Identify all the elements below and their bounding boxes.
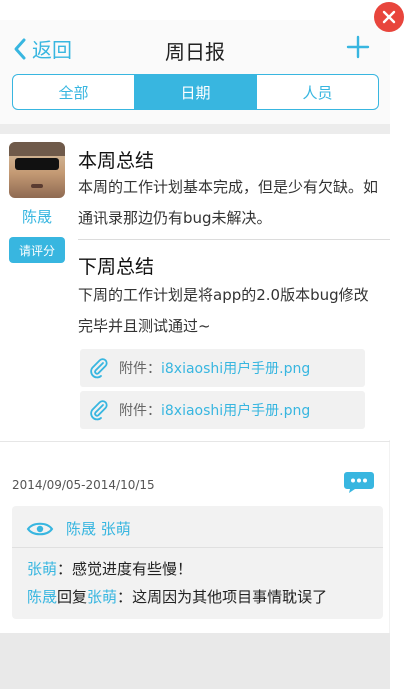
next-week-title: 下周总结 xyxy=(78,256,155,278)
viewers-names[interactable]: 陈晟 张萌 xyxy=(66,518,131,539)
attachment-label: 附件： xyxy=(119,361,161,377)
divider xyxy=(78,239,390,240)
comment-sep: ： xyxy=(57,560,73,578)
paperclip-icon xyxy=(90,358,108,379)
reply-word: 回复 xyxy=(57,588,88,606)
app-window: 返回 周日报 全部 日期 人员 陈晟 请评分 本周总结 本周的工作计划基本完成，… xyxy=(0,20,390,689)
comments-panel: 陈晟 张萌 张萌：感觉进度有些慢！ 陈晟回复张萌：这周因为其他项目事情耽误了 xyxy=(12,506,383,619)
comment-author[interactable]: 陈晟 xyxy=(27,588,57,606)
comment-line: 张萌：感觉进度有些慢！ xyxy=(27,558,192,579)
comment-text: 这周因为其他项目事情耽误了 xyxy=(132,588,328,606)
divider xyxy=(0,441,390,442)
attachment-file[interactable]: i8xiaoshi用户手册.png xyxy=(161,358,310,378)
rate-button[interactable]: 请评分 xyxy=(9,237,65,263)
this-week-title: 本周总结 xyxy=(78,150,155,172)
attachment-item[interactable]: 附件： i8xiaoshi用户手册.png xyxy=(80,349,365,387)
eye-icon xyxy=(26,522,54,535)
reply-target[interactable]: 张萌 xyxy=(87,588,117,606)
plus-icon[interactable] xyxy=(346,32,370,62)
this-week-text: 本周的工作计划基本完成，但是少有欠缺。如通讯录那边仍有bug未解决。 xyxy=(78,178,379,227)
comment-sep: ： xyxy=(117,588,133,606)
page-title: 周日报 xyxy=(165,40,225,64)
comment-bubble-icon[interactable] xyxy=(343,470,375,494)
comment-author[interactable]: 张萌 xyxy=(27,560,57,578)
next-week-text: 下周的工作计划是将app的2.0版本bug修改完毕并且测试通过~ xyxy=(78,286,369,335)
header: 返回 周日报 全部 日期 人员 xyxy=(0,20,390,124)
tab-date[interactable]: 日期 xyxy=(135,75,257,109)
avatar[interactable] xyxy=(9,142,65,198)
screen: 返回 周日报 全部 日期 人员 陈晟 请评分 本周总结 本周的工作计划基本完成，… xyxy=(0,0,406,689)
tab-people[interactable]: 人员 xyxy=(257,75,378,109)
author-name[interactable]: 陈晟 xyxy=(9,206,65,227)
comment-text: 感觉进度有些慢！ xyxy=(72,560,193,578)
viewers-row: 陈晟 张萌 xyxy=(26,518,131,539)
attachment-file[interactable]: i8xiaoshi用户手册.png xyxy=(161,400,310,420)
bottom-area xyxy=(0,633,390,689)
comment-line: 陈晟回复张萌：这周因为其他项目事情耽误了 xyxy=(27,586,327,607)
section-spacer xyxy=(0,124,390,134)
filter-tabs: 全部 日期 人员 xyxy=(12,74,379,110)
paperclip-icon xyxy=(90,400,108,421)
date-range: 2014/09/05-2014/10/15 xyxy=(12,478,155,492)
attachment-label: 附件： xyxy=(119,403,161,419)
close-icon[interactable] xyxy=(374,2,404,32)
tab-all[interactable]: 全部 xyxy=(13,75,135,109)
attachment-item[interactable]: 附件： i8xiaoshi用户手册.png xyxy=(80,391,365,429)
